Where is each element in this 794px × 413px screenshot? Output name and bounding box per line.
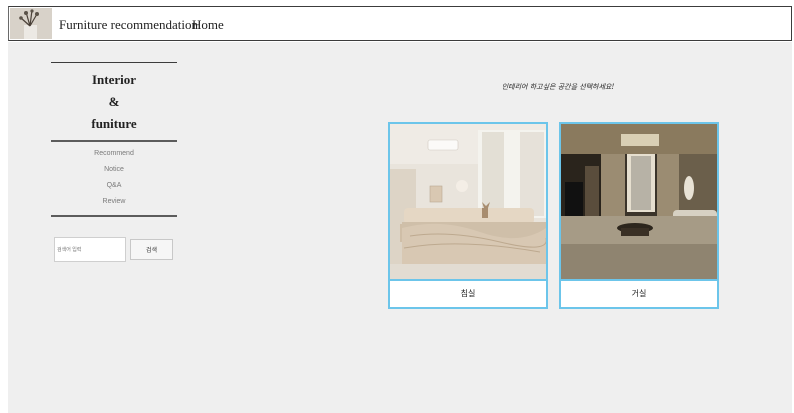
sidebar-bottom-divider — [51, 215, 177, 217]
plant-logo-icon — [10, 8, 52, 39]
room-card-bedroom[interactable]: 침실 — [388, 122, 548, 309]
sidebar-title: Interior & funiture — [51, 63, 177, 140]
sidebar-title-line-3: funiture — [91, 116, 137, 131]
search-button[interactable]: 검색 — [130, 239, 173, 260]
nav-home-link[interactable]: Home — [192, 17, 224, 33]
search-input[interactable] — [54, 237, 126, 262]
sidebar-item-qna[interactable]: Q&A — [51, 178, 177, 194]
page-headline: 인테리어 하고싶은 공간을 선택하세요! — [501, 83, 615, 91]
sidebar: Interior & funiture Recommend Notice Q&A… — [51, 62, 177, 217]
main-content: Interior & funiture Recommend Notice Q&A… — [8, 42, 792, 413]
sidebar-title-line-1: Interior — [91, 72, 137, 87]
room-card-label[interactable]: 침실 — [390, 279, 546, 307]
bedroom-photo[interactable] — [390, 124, 546, 279]
sidebar-item-review[interactable]: Review — [51, 194, 177, 210]
logo-image[interactable] — [10, 8, 52, 39]
page: Furniture recommendation Home Interior &… — [0, 0, 794, 413]
living-room-photo[interactable] — [561, 124, 717, 279]
sidebar-item-recommend[interactable]: Recommend — [51, 146, 177, 162]
room-card-living-room[interactable]: 거실 — [559, 122, 719, 309]
sidebar-menu: Recommend Notice Q&A Review — [51, 142, 177, 215]
sidebar-title-line-2: & — [108, 94, 120, 109]
room-card-label[interactable]: 거실 — [561, 279, 717, 307]
sidebar-item-notice[interactable]: Notice — [51, 162, 177, 178]
nav-brand-link[interactable]: Furniture recommendation — [59, 17, 198, 33]
top-navbar: Furniture recommendation Home — [8, 6, 792, 41]
